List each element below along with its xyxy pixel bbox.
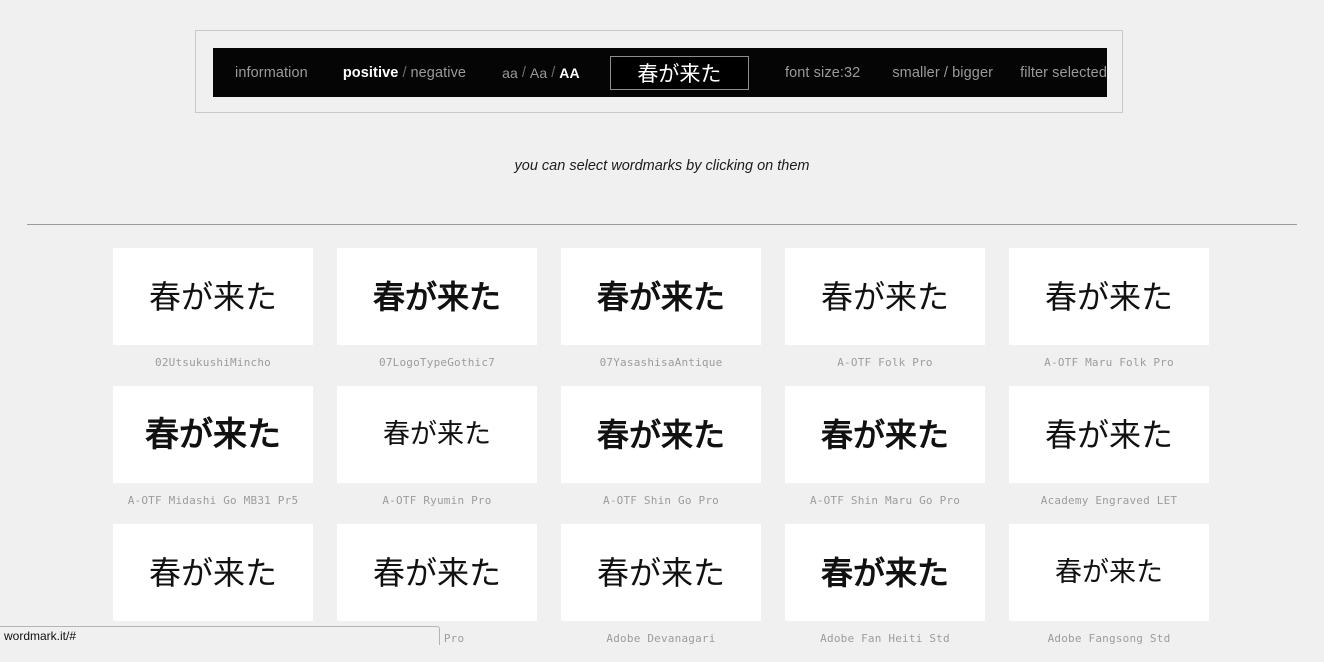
wordmark-card[interactable]: 春が来た xyxy=(113,524,313,621)
wordmark-font-name: Academy Engraved LET xyxy=(1040,494,1178,507)
wordmark-card[interactable]: 春が来た xyxy=(785,524,985,621)
wordmark-font-name: Adobe Fangsong Std xyxy=(1047,632,1171,645)
wordmark-font-name: A-OTF Folk Pro xyxy=(837,356,933,369)
wordmark-card[interactable]: 春が来た xyxy=(1009,248,1209,345)
wordmark-font-name: 07YasashisaAntique xyxy=(599,356,723,369)
wordmark-cell[interactable]: 春が来た 02UtsukushiMincho xyxy=(113,248,313,369)
wordmark-sample-text: 春が来た xyxy=(596,553,725,592)
wordmark-sample-text: 春が来た xyxy=(820,415,949,454)
wordmark-cell[interactable]: 春が来た A-OTF Shin Maru Go Pro xyxy=(785,386,985,507)
font-size-display: font size:32 xyxy=(785,65,860,81)
wordmark-card[interactable]: 春が来た xyxy=(561,248,761,345)
font-size-label: font size:32 xyxy=(784,64,861,81)
case-separator-2: / xyxy=(551,64,556,81)
wordmark-sample-text: 春が来た xyxy=(383,419,491,450)
wordmark-cell[interactable]: 春が来た 07YasashisaAntique xyxy=(561,248,761,369)
wordmark-cell[interactable]: 春が来た Adobe Fangsong Std xyxy=(1009,524,1209,645)
wordmark-font-name: A-OTF Shin Go Pro xyxy=(603,494,719,507)
wordmark-sample-text: 春が来た xyxy=(1044,277,1173,316)
case-separator-1: / xyxy=(521,64,526,81)
wordmark-card[interactable]: 春が来た xyxy=(785,386,985,483)
wordmark-sample-text: 春が来た xyxy=(145,414,281,455)
filter-selected-button[interactable]: filter selected xyxy=(1020,65,1107,81)
positive-option[interactable]: positive xyxy=(343,65,399,81)
information-button[interactable]: information xyxy=(235,65,308,81)
wordmark-sample-text: 春が来た xyxy=(596,415,725,454)
wordmark-font-name: Adobe Devanagari xyxy=(606,632,716,645)
wordmark-cell[interactable]: 春が来た A-OTF Midashi Go MB31 Pr5 xyxy=(113,386,313,507)
wordmark-sample-text: 春が来た xyxy=(820,277,949,316)
font-size-controls[interactable]: smaller / bigger xyxy=(892,65,993,81)
wordmark-sample-text: 春が来た xyxy=(372,553,501,592)
negative-option[interactable]: negative xyxy=(410,65,466,81)
wordmark-card[interactable]: 春が来た xyxy=(1009,386,1209,483)
wordmark-cell[interactable]: 春が来た Adobe Devanagari xyxy=(561,524,761,645)
polarity-toggle[interactable]: positive / negative xyxy=(343,65,466,81)
wordmark-cell[interactable]: 春が来た Adobe Fan Heiti Std xyxy=(785,524,985,645)
wordmark-card[interactable]: 春が来た xyxy=(1009,524,1209,621)
toolbar: information positive / negative aa / Aa … xyxy=(213,48,1107,97)
filter-selected-label[interactable]: filter selected xyxy=(1020,65,1107,81)
wordmark-sample-text: 春が来た xyxy=(372,277,501,316)
wordmark-cell[interactable]: 春が来た 07LogoTypeGothic7 xyxy=(337,248,537,369)
wordmark-cell[interactable]: 春が来た A-OTF Folk Pro xyxy=(785,248,985,369)
wordmark-card[interactable]: 春が来た xyxy=(561,386,761,483)
wordmark-cell[interactable]: 春が来た Academy Engraved LET xyxy=(1009,386,1209,507)
section-divider xyxy=(27,224,1297,225)
wordmark-font-name: A-OTF Ryumin Pro xyxy=(382,494,492,507)
sample-text-input[interactable]: 春が来た xyxy=(609,55,749,90)
sample-text-input-value: 春が来た xyxy=(637,61,722,86)
wordmark-card[interactable]: 春が来た xyxy=(337,248,537,345)
wordmark-card[interactable]: 春が来た xyxy=(113,386,313,483)
wordmark-font-name: Adobe Fan Heiti Std xyxy=(820,632,950,645)
wordmark-font-name: A-OTF Midashi Go MB31 Pr5 xyxy=(127,494,299,507)
status-bar-url: wordmark.it/# xyxy=(4,629,77,643)
wordmark-sample-text: 春が来た xyxy=(148,277,277,316)
information-label: information xyxy=(235,64,308,81)
wordmark-card[interactable]: 春が来た xyxy=(337,524,537,621)
wordmark-card[interactable]: 春が来た xyxy=(561,524,761,621)
wordmark-sample-text: 春が来た xyxy=(148,553,277,592)
wordmark-grid: 春が来た 02UtsukushiMincho 春が来た 07LogoTypeGothi… xyxy=(113,248,1209,662)
wordmark-font-name: A-OTF Shin Maru Go Pro xyxy=(809,494,961,507)
wordmark-cell[interactable]: 春が来た A-OTF Maru Folk Pro xyxy=(1009,248,1209,369)
wordmark-card[interactable]: 春が来た xyxy=(113,248,313,345)
case-uppercase-option[interactable]: AA xyxy=(559,65,579,81)
smaller-bigger-label[interactable]: smaller / bigger xyxy=(892,65,993,81)
case-titlecase-option[interactable]: Aa xyxy=(530,65,547,81)
wordmark-card[interactable]: 春が来た xyxy=(785,248,985,345)
browser-status-bar: wordmark.it/# xyxy=(0,626,440,645)
case-lowercase-option[interactable]: aa xyxy=(502,65,518,81)
wordmark-font-name: 02UtsukushiMincho xyxy=(155,356,271,369)
toolbar-frame: information positive / negative aa / Aa … xyxy=(195,30,1123,113)
polarity-separator: / xyxy=(402,64,407,81)
wordmark-font-name: A-OTF Maru Folk Pro xyxy=(1044,356,1174,369)
wordmark-card[interactable]: 春が来た xyxy=(337,386,537,483)
wordmark-sample-text: 春が来た xyxy=(1055,557,1163,588)
wordmark-cell[interactable]: 春が来た A-OTF Shin Go Pro xyxy=(561,386,761,507)
wordmark-sample-text: 春が来た xyxy=(820,553,949,592)
subtitle-hint: you can select wordmarks by clicking on … xyxy=(514,158,810,174)
wordmark-font-name: 07LogoTypeGothic7 xyxy=(379,356,495,369)
wordmark-sample-text: 春が来た xyxy=(596,277,725,316)
wordmark-sample-text: 春が来た xyxy=(1044,415,1173,454)
letter-case-toggle[interactable]: aa / Aa / AA xyxy=(502,65,580,81)
wordmark-cell[interactable]: 春が来た A-OTF Ryumin Pro xyxy=(337,386,537,507)
